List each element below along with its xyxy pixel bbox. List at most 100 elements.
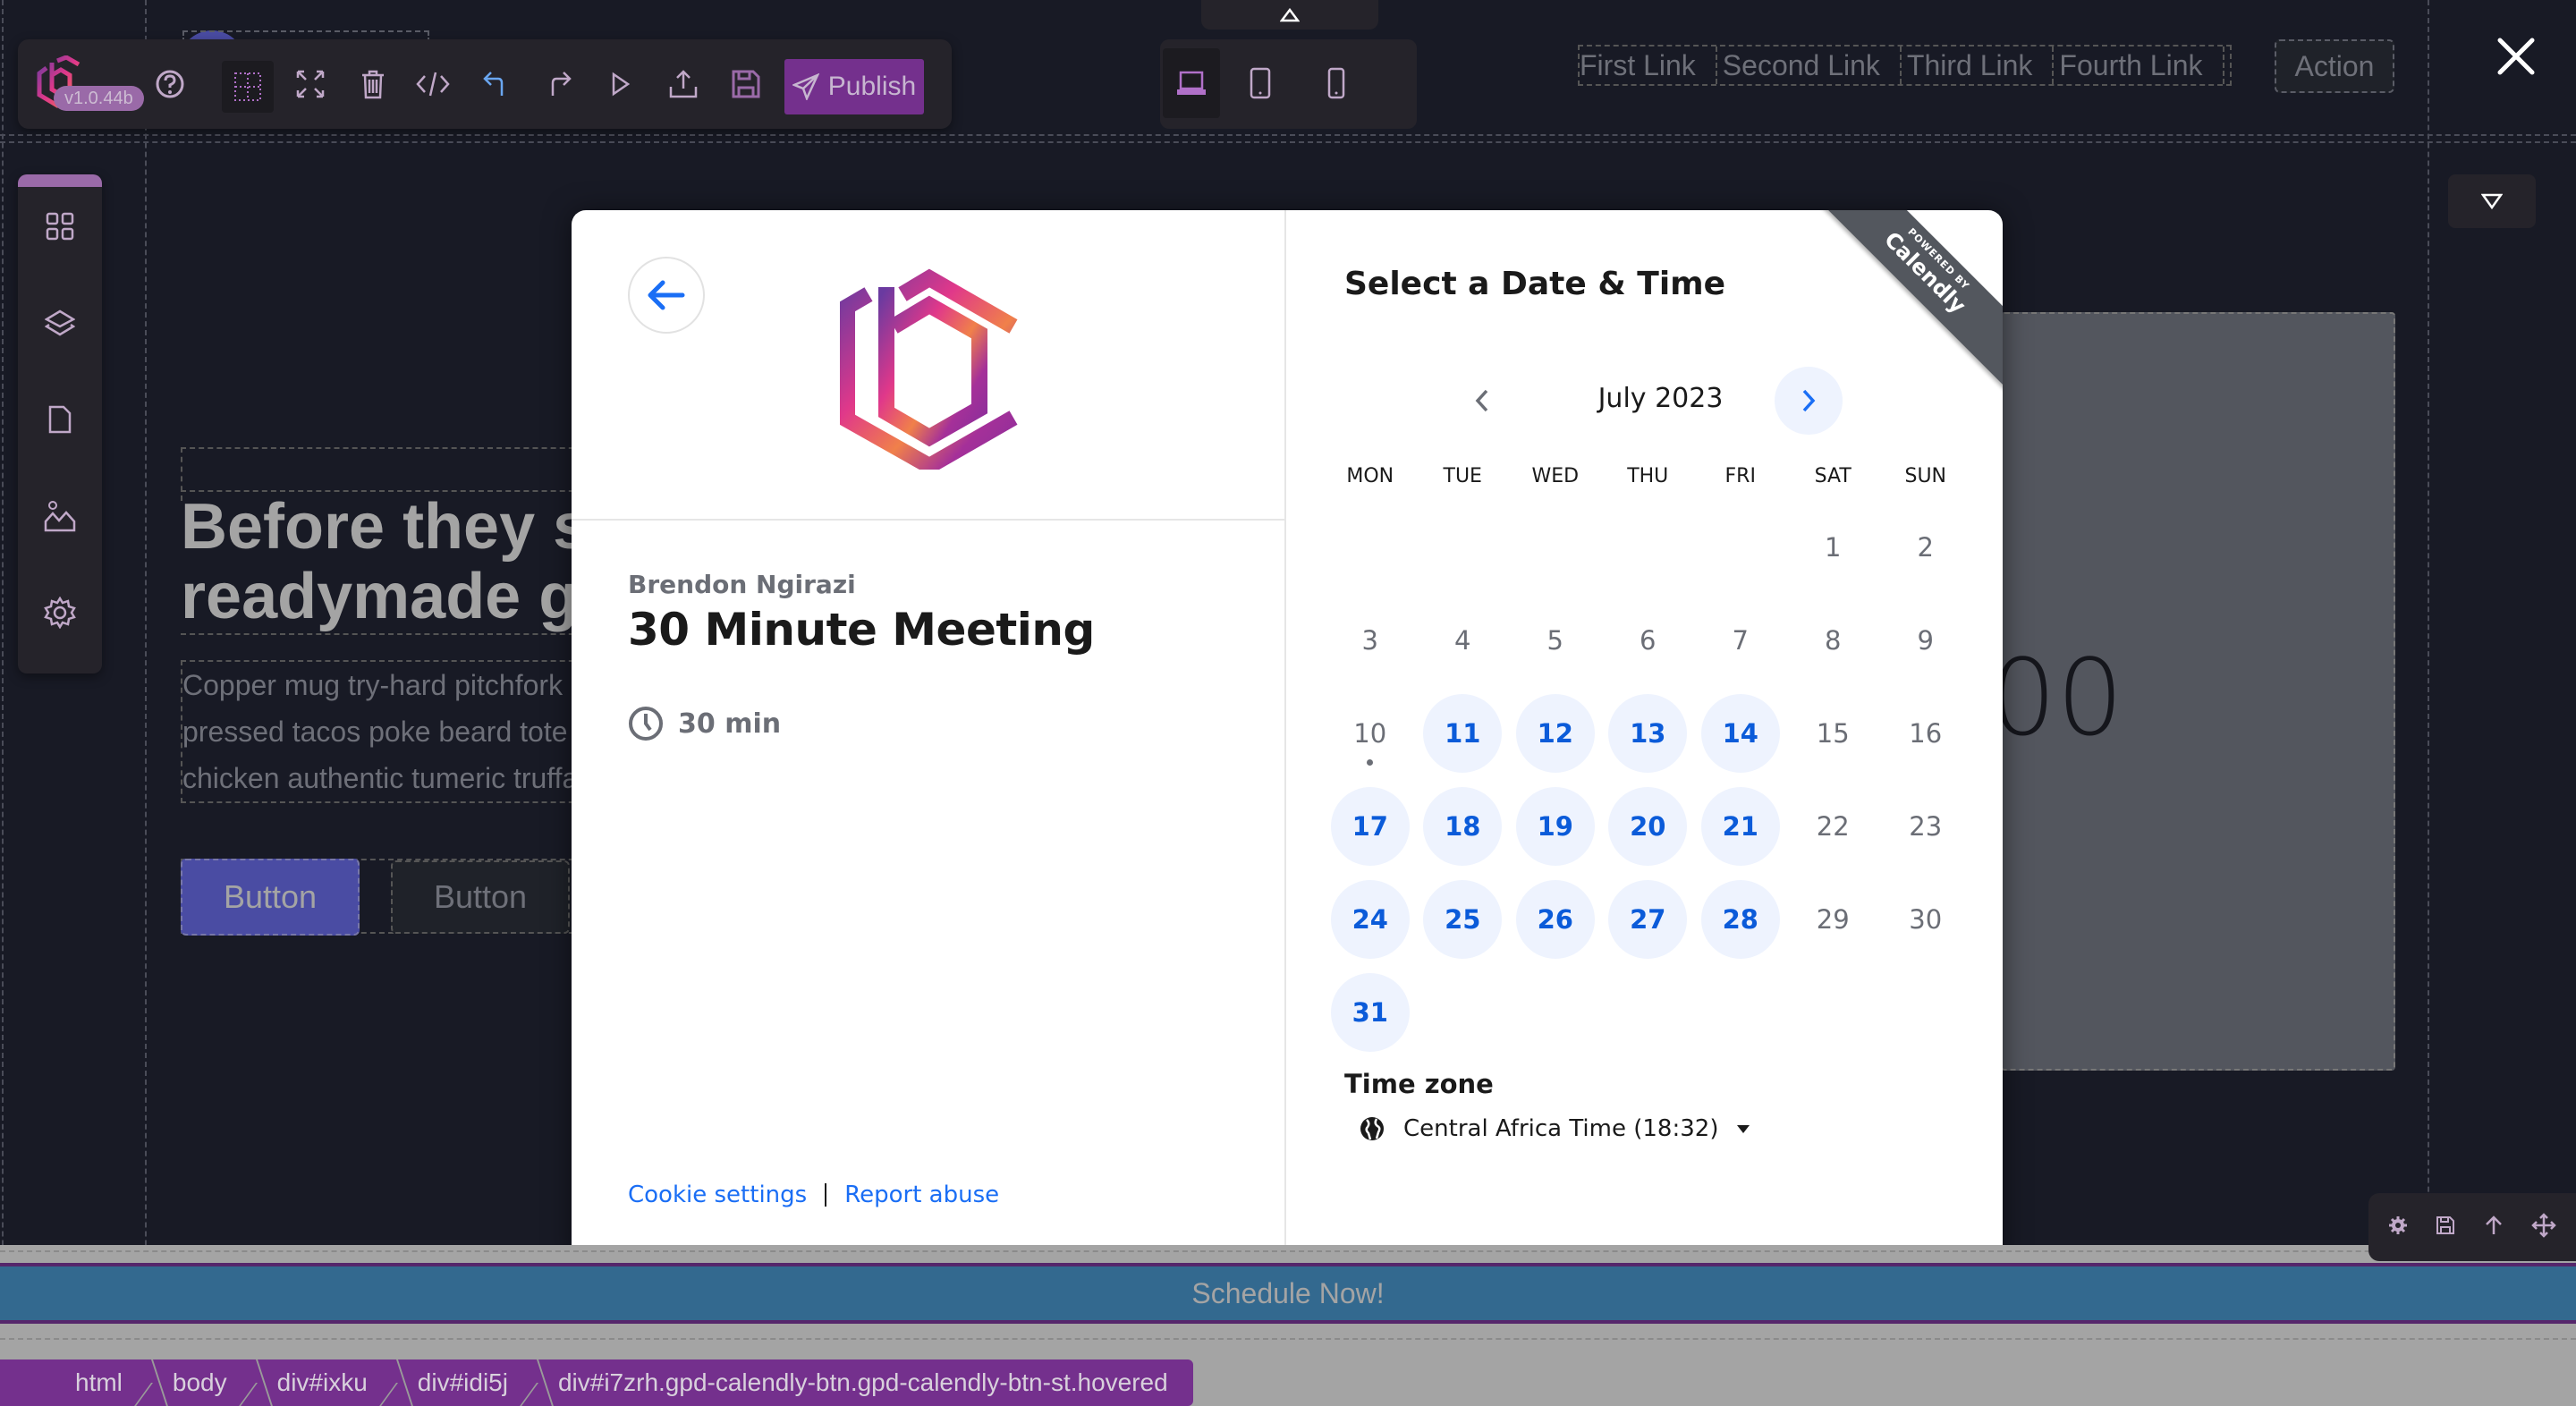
next-month-button[interactable] <box>1775 367 1843 435</box>
collapse-toolbar-button[interactable] <box>1201 0 1378 30</box>
calendar-day: 23 <box>1909 811 1943 842</box>
available-day-button[interactable]: 28 <box>1700 880 1780 959</box>
weekday-label: FRI <box>1724 465 1756 487</box>
undo-button[interactable] <box>476 63 515 106</box>
breadcrumb-item[interactable]: div#idi5j <box>393 1359 533 1406</box>
laptop-icon <box>1177 71 1206 95</box>
close-icon[interactable] <box>2496 36 2537 77</box>
redo-icon <box>551 72 572 96</box>
nav-link-fourth[interactable]: Fourth Link <box>2059 47 2224 84</box>
weekday-label: SUN <box>1904 465 1947 487</box>
device-tablet-button[interactable] <box>1232 48 1289 118</box>
blocks-icon <box>46 212 74 241</box>
report-abuse-link[interactable]: Report abuse <box>844 1182 999 1208</box>
device-mobile-button[interactable] <box>1308 48 1365 118</box>
calendar-day: 7 <box>1732 625 1749 656</box>
timezone-value: Central Africa Time (18:32) <box>1403 1115 1719 1142</box>
save-button[interactable] <box>726 63 766 106</box>
nav-link-second[interactable]: Second Link <box>1723 47 1902 84</box>
calendar-cell: 30 <box>1879 873 1972 966</box>
calendar-week: 17 18 19 20 21 22 23 <box>1324 780 1972 873</box>
calendar-cell <box>1417 501 1510 594</box>
preview-button[interactable] <box>601 63 640 106</box>
calendar-cell: 3 <box>1324 594 1417 687</box>
available-day-button[interactable]: 21 <box>1700 787 1780 866</box>
arrow-left-icon <box>648 280 685 310</box>
calendar-day: 22 <box>1816 811 1850 842</box>
available-day-button[interactable]: 25 <box>1423 880 1503 959</box>
weekday-header: MON TUE WED THU FRI SAT SUN <box>1324 465 1972 501</box>
delete-button[interactable] <box>353 63 393 106</box>
file-icon <box>48 405 72 434</box>
breadcrumb-item[interactable]: body <box>148 1359 252 1406</box>
cookie-settings-link[interactable]: Cookie settings <box>628 1182 807 1208</box>
calendar-cell: 20 <box>1602 780 1695 873</box>
available-day-button[interactable]: 26 <box>1515 880 1595 959</box>
outline-toggle-button[interactable] <box>222 61 274 113</box>
sidebar-item-blocks[interactable] <box>18 199 102 253</box>
breadcrumb-item[interactable]: div#i7zrh.gpd-calendly-btn.gpd-calendly-… <box>533 1359 1193 1406</box>
hero-secondary-button[interactable]: Button <box>391 860 570 934</box>
code-button[interactable] <box>413 63 453 106</box>
calendar-week: 3 4 5 6 7 8 9 <box>1324 594 1972 687</box>
calendar-cell: 22 <box>1787 780 1880 873</box>
calendar-cell: 16 <box>1879 687 1972 780</box>
available-day-button[interactable]: 24 <box>1330 880 1410 959</box>
hero-primary-button[interactable]: Button <box>181 859 360 936</box>
schedule-now-button[interactable]: Schedule Now! <box>0 1263 2576 1324</box>
available-day-button[interactable]: 12 <box>1515 694 1595 773</box>
calendar-day: 5 <box>1546 625 1563 656</box>
available-day-button[interactable]: 27 <box>1608 880 1688 959</box>
move-handle[interactable] <box>2531 1212 2557 1242</box>
timezone-select[interactable]: Central Africa Time (18:32) <box>1359 1115 1750 1142</box>
nav-link-first[interactable]: First Link <box>1580 47 1717 84</box>
fullscreen-button[interactable] <box>291 63 330 106</box>
available-day-button[interactable]: 19 <box>1515 787 1595 866</box>
element-toolbar <box>2368 1193 2576 1261</box>
available-day-button[interactable]: 14 <box>1700 694 1780 773</box>
calendar-cell: 21 <box>1694 780 1787 873</box>
available-day-button[interactable]: 18 <box>1423 787 1503 866</box>
calendar-cell: 5 <box>1509 594 1602 687</box>
date-picker-panel: Select a Date & Time July 2023 MON TUE WED… <box>1287 210 2003 1262</box>
calendar-cell <box>1509 966 1602 1059</box>
export-button[interactable] <box>664 63 703 106</box>
available-day-button[interactable]: 20 <box>1608 787 1688 866</box>
device-desktop-button[interactable] <box>1163 48 1220 118</box>
calendar-day: 4 <box>1454 625 1471 656</box>
element-save-button[interactable] <box>2436 1215 2455 1240</box>
select-parent-button[interactable] <box>2484 1215 2504 1241</box>
weekday-label: THU <box>1627 465 1669 487</box>
available-day-button[interactable]: 31 <box>1330 973 1410 1052</box>
calendar-cell: 11 <box>1417 687 1510 780</box>
sidebar-item-settings[interactable] <box>18 586 102 639</box>
publish-button[interactable]: Publish <box>784 59 924 114</box>
available-day-button[interactable]: 11 <box>1423 694 1503 773</box>
nav-action-button[interactable]: Action <box>2275 39 2394 93</box>
redo-button[interactable] <box>539 63 579 106</box>
calendar-cell: 15 <box>1787 687 1880 780</box>
prev-month-button[interactable] <box>1448 367 1516 435</box>
left-panel <box>18 174 102 673</box>
back-button[interactable] <box>628 257 705 334</box>
sidebar-item-layers[interactable] <box>18 296 102 350</box>
calendar-day: 1 <box>1825 532 1842 563</box>
nav-link-third[interactable]: Third Link <box>1907 47 2055 84</box>
breadcrumb-item[interactable]: div#ixku <box>252 1359 393 1406</box>
footer-divider <box>825 1183 827 1207</box>
help-button[interactable] <box>150 63 190 106</box>
calendar-cell: 31 <box>1324 966 1417 1059</box>
available-day-button[interactable]: 17 <box>1330 787 1410 866</box>
element-settings-button[interactable] <box>2388 1215 2408 1240</box>
calendar-cell: 14 <box>1694 687 1787 780</box>
calendar-week: 10 11 12 13 14 15 16 <box>1324 687 1972 780</box>
brand-logo-icon <box>840 268 1018 470</box>
sidebar-item-pages[interactable] <box>18 393 102 446</box>
breadcrumb-item[interactable]: html <box>0 1359 148 1406</box>
hero-body-line: pressed tacos poke beard tote bag. Heirl… <box>182 716 592 748</box>
calendar-cell: 17 <box>1324 780 1417 873</box>
panel-toggle-button[interactable] <box>2448 174 2536 228</box>
available-day-button[interactable]: 13 <box>1608 694 1688 773</box>
sidebar-item-assets[interactable] <box>18 489 102 543</box>
host-name: Brendon Ngirazi <box>628 570 856 599</box>
